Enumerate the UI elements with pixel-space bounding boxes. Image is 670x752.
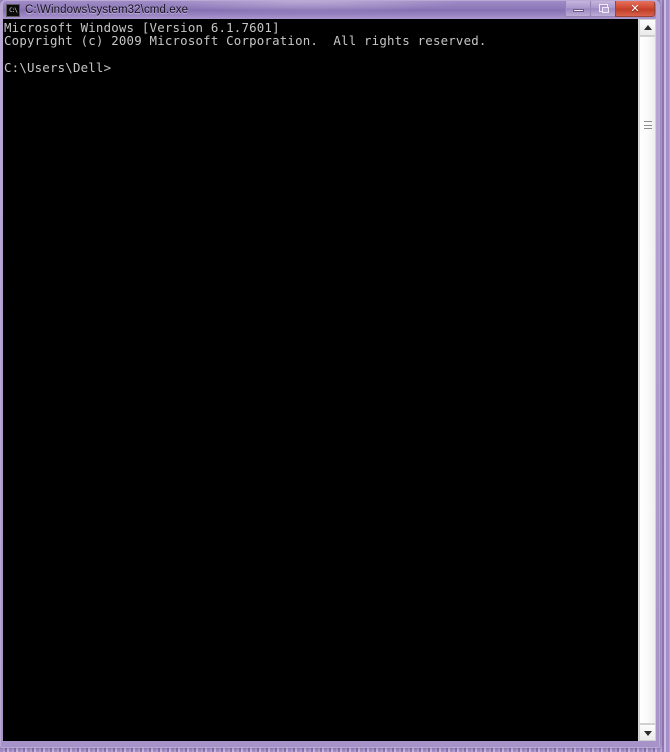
close-button[interactable]: ✕ [615,1,655,17]
cmd-window: C:\ C:\Windows\system32\cmd.exe ✕ Micros… [0,0,660,748]
vertical-scrollbar[interactable] [638,19,656,741]
minimize-icon [573,9,584,12]
scrollbar-track[interactable] [639,36,656,724]
console-line: Microsoft Windows [Version 6.1.7601] [4,20,280,35]
close-icon: ✕ [630,2,640,15]
restore-icon [599,4,609,13]
scroll-down-button[interactable] [639,724,656,741]
scrollbar-thumb[interactable] [639,36,656,724]
window-controls: ✕ [565,1,655,18]
cmd-console-icon: C:\ [6,3,20,17]
window-title: C:\Windows\system32\cmd.exe [25,4,189,16]
window-titlebar[interactable]: C:\ C:\Windows\system32\cmd.exe ✕ [3,1,656,19]
window-client-area: Microsoft Windows [Version 6.1.7601] Cop… [3,19,656,741]
console-line: Copyright (c) 2009 Microsoft Corporation… [4,33,487,49]
minimize-button[interactable] [565,1,591,17]
scroll-up-button[interactable] [639,19,656,36]
console-prompt: C:\Users\Dell> [4,60,112,76]
restore-button[interactable] [590,1,616,17]
scrollbar-grip-icon [643,121,652,129]
scroll-down-arrow-icon [643,730,652,736]
scroll-up-arrow-icon [643,24,652,30]
console-output[interactable]: Microsoft Windows [Version 6.1.7601] Cop… [3,19,638,741]
